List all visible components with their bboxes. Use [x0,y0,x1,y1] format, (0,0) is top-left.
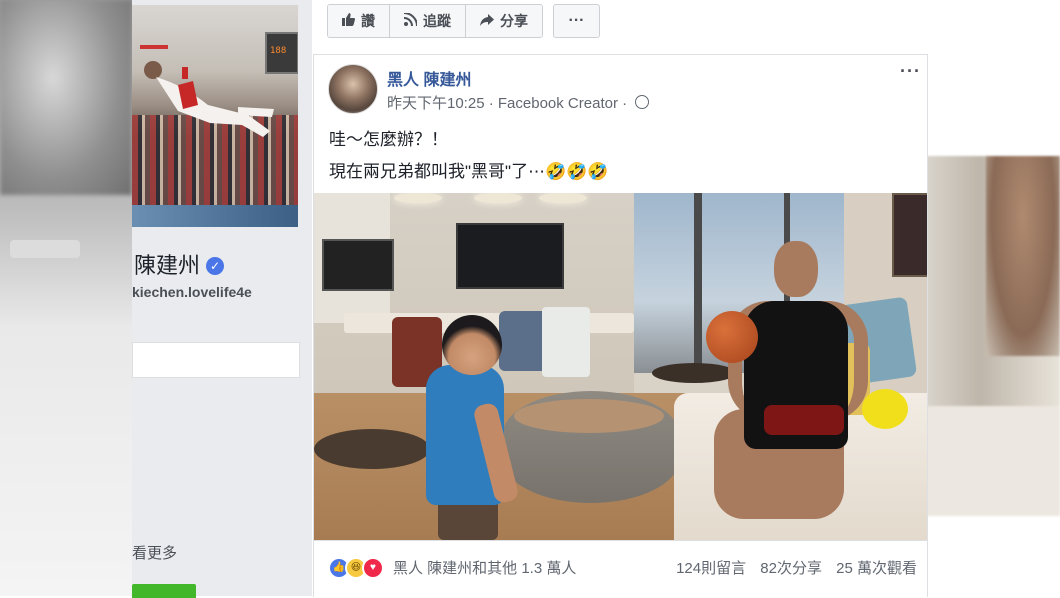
post-text-line-1: 哇～怎麼辦？！ [329,130,448,149]
share-page-button[interactable]: 分享 [466,5,542,37]
page-more-button[interactable]: ··· [553,4,600,38]
like-label: 讚 [361,13,375,29]
blurred-figure [986,156,1060,356]
reaction-summary[interactable]: 黑人 陳建州和其他 1.3 萬人 [393,557,576,578]
video-basketball [706,311,758,363]
video-wall-frame [892,193,927,277]
blurred-video-image [926,156,1060,516]
share-count[interactable]: 82次分享 [760,560,822,577]
verified-badge-icon: ✓ [206,257,225,275]
reaction-icons[interactable]: 👍 😆 ♥ [328,557,384,579]
thumbs-up-icon [342,13,355,29]
globe-privacy-icon[interactable] [635,95,650,109]
video-lamp [539,193,587,203]
love-reaction-icon: ♥ [362,557,384,579]
blurred-background-right [926,0,1060,596]
profile-sidebar: 188 陳建州 ✓ kiechen.lovelife4e 看更多 [132,0,312,598]
meta-separator-2: · [622,95,628,112]
video-small-tv [322,239,394,291]
view-count: 25 萬次觀看 [836,560,917,577]
video-toy [862,389,908,429]
video-round-table [652,363,736,383]
video-ottoman-top [514,399,664,433]
see-more-link[interactable]: 看更多 [132,542,177,563]
author-avatar[interactable] [328,64,378,114]
video-man-head [774,241,818,297]
profile-name-text: 陳建州 [134,253,201,278]
comment-count[interactable]: 124則留言 [676,560,746,577]
blurred-sofa [926,406,1060,516]
profile-name[interactable]: 陳建州 ✓ [134,248,225,280]
post-timestamp[interactable]: 昨天下午10:25 [387,95,485,112]
profile-input-box[interactable] [132,342,300,378]
video-lamp [394,193,442,203]
post-meta: 昨天下午10:25 · Facebook Creator · [387,92,650,113]
post-card: 黑人 陳建州 昨天下午10:25 · Facebook Creator · ··… [313,54,928,597]
follow-label: 追蹤 [423,13,451,29]
profile-handle[interactable]: kiechen.lovelife4e [132,284,252,300]
dunking-player-illustration [140,45,274,137]
page-action-bar: 讚 追蹤 分享 [327,4,543,38]
share-label: 分享 [500,13,528,29]
post-options-icon[interactable]: ··· [900,61,921,82]
meta-separator: · [488,95,494,112]
blurred-cover-image [0,0,132,195]
video-lamp [474,193,522,203]
video-side-table [314,429,430,469]
video-kid-head [442,315,502,375]
post-author-name[interactable]: 黑人 陳建州 [387,66,471,90]
like-page-button[interactable]: 讚 [328,5,390,37]
rss-follow-icon [403,12,418,29]
follow-button[interactable]: 追蹤 [390,5,466,37]
blurred-background-left [0,0,132,596]
share-arrow-icon [480,13,494,29]
video-window-frame [694,193,702,373]
video-cloth [542,307,590,377]
post-app-name[interactable]: Facebook Creator [498,95,618,112]
post-video[interactable] [314,193,927,540]
profile-cover-photo[interactable]: 188 [132,5,298,227]
post-footer: 👍 😆 ♥ 黑人 陳建州和其他 1.3 萬人 124則留言 82次分享 25 萬… [313,540,928,597]
video-man-shorts [764,405,844,435]
video-tv [456,223,564,289]
post-text-line-2: 現在兩兄弟都叫我"黑哥"了⋯🤣🤣🤣 [329,162,609,181]
blurred-text-block [10,240,80,258]
cover-court [132,205,298,227]
post-stats: 124則留言 82次分享 25 萬次觀看 [666,557,917,578]
more-options-icon: ··· [568,12,585,29]
